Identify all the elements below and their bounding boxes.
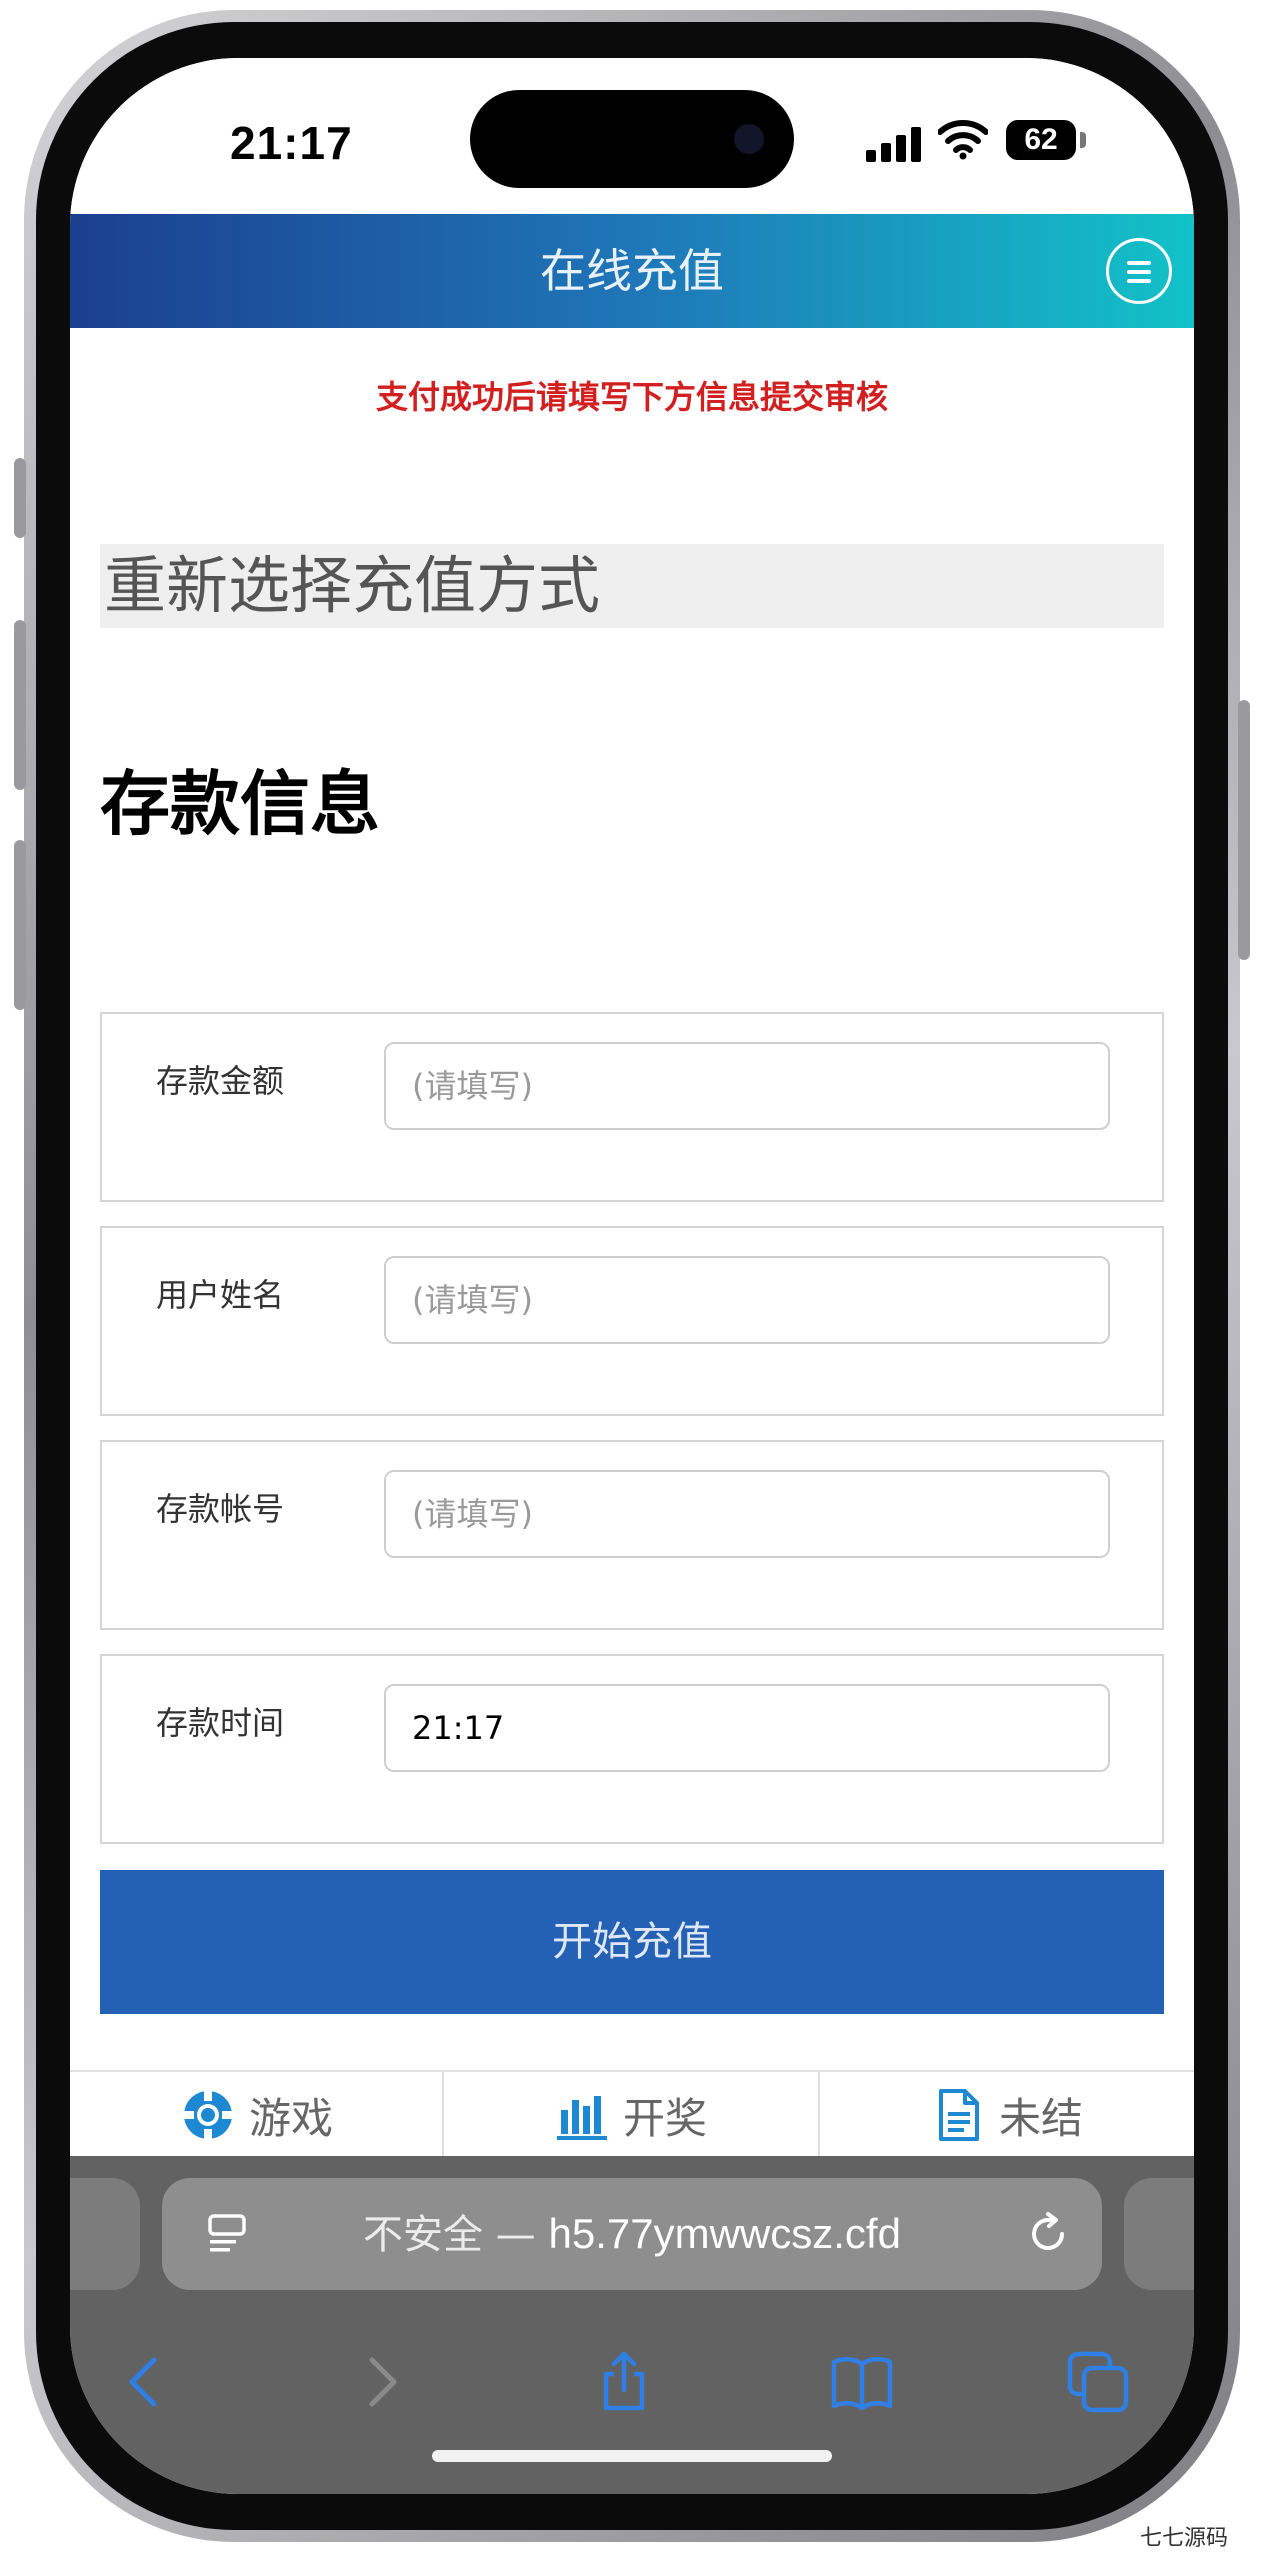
tab-results[interactable]: 开奖 <box>444 2072 818 2158</box>
share-icon[interactable] <box>592 2350 656 2414</box>
screen: 21:17 62 在线充值 支付成功后请填写下方信息提交审核 重新选择充值方式 … <box>70 58 1194 2494</box>
tab-results-label: 开奖 <box>622 2093 707 2143</box>
payment-notice: 支付成功后请填写下方信息提交审核 <box>375 378 888 416</box>
start-recharge-button[interactable]: 开始充值 <box>100 1870 1164 2014</box>
reload-icon[interactable] <box>1022 2208 1074 2260</box>
watermark: 七七源码 <box>1140 2526 1229 2551</box>
account-label: 存款帐号 <box>156 1490 285 1528</box>
dynamic-island <box>470 90 794 188</box>
front-camera <box>734 124 764 154</box>
browser-toolbar: 不安全 — h5.77ymwwcsz.cfd <box>70 2156 1194 2494</box>
address-bar[interactable]: 不安全 — h5.77ymwwcsz.cfd <box>162 2178 1102 2290</box>
tab-games[interactable]: 游戏 <box>70 2072 444 2158</box>
next-tab-preview[interactable] <box>1124 2178 1194 2290</box>
app-header: 在线充值 <box>70 214 1194 328</box>
bookmarks-icon[interactable] <box>830 2350 894 2414</box>
reselect-method-button[interactable]: 重新选择充值方式 <box>100 544 1164 628</box>
battery-indicator: 62 <box>1006 120 1076 160</box>
status-time: 21:17 <box>230 117 353 169</box>
amount-input[interactable] <box>384 1042 1110 1130</box>
volume-up-button <box>14 620 26 790</box>
amount-field-row: 存款金额 <box>100 1012 1164 1202</box>
account-field-row: 存款帐号 <box>100 1440 1164 1630</box>
previous-tab-preview[interactable] <box>70 2178 140 2290</box>
amount-label: 存款金额 <box>156 1062 285 1100</box>
status-bar: 21:17 62 <box>70 58 1194 214</box>
name-input[interactable] <box>384 1256 1110 1344</box>
power-button <box>1238 700 1250 960</box>
tab-unsettled-label: 未结 <box>998 2093 1083 2143</box>
cellular-signal-icon <box>866 126 922 162</box>
name-label: 用户姓名 <box>156 1276 285 1314</box>
section-title: 存款信息 <box>100 763 380 845</box>
game-chip-icon <box>183 2091 232 2139</box>
home-indicator <box>432 2450 832 2462</box>
bar-chart-icon <box>556 2096 607 2140</box>
volume-down-button <box>14 840 26 1010</box>
account-input[interactable] <box>384 1470 1110 1558</box>
security-label: 不安全 — <box>363 2212 549 2258</box>
tab-games-label: 游戏 <box>248 2093 333 2143</box>
name-field-row: 用户姓名 <box>100 1226 1164 1416</box>
tab-unsettled[interactable]: 未结 <box>820 2072 1194 2158</box>
time-field-row: 存款时间 <box>100 1654 1164 1844</box>
tabs-icon[interactable] <box>1066 2350 1130 2414</box>
action-button <box>14 458 26 538</box>
url-host: h5.77ymwwcsz.cfd <box>548 2210 901 2257</box>
url-text: 不安全 — h5.77ymwwcsz.cfd <box>162 2178 1102 2291</box>
back-icon[interactable] <box>114 2350 178 2414</box>
time-input[interactable] <box>384 1684 1110 1772</box>
battery-cap <box>1080 132 1086 148</box>
hamburger-menu-icon[interactable] <box>1106 238 1172 304</box>
bottom-tab-bar: 游戏 开奖 未结 <box>70 2070 1194 2158</box>
document-icon <box>938 2089 979 2141</box>
time-label: 存款时间 <box>156 1704 285 1742</box>
wifi-icon <box>938 120 988 160</box>
forward-icon[interactable] <box>348 2350 412 2414</box>
page-title: 在线充值 <box>540 244 724 298</box>
